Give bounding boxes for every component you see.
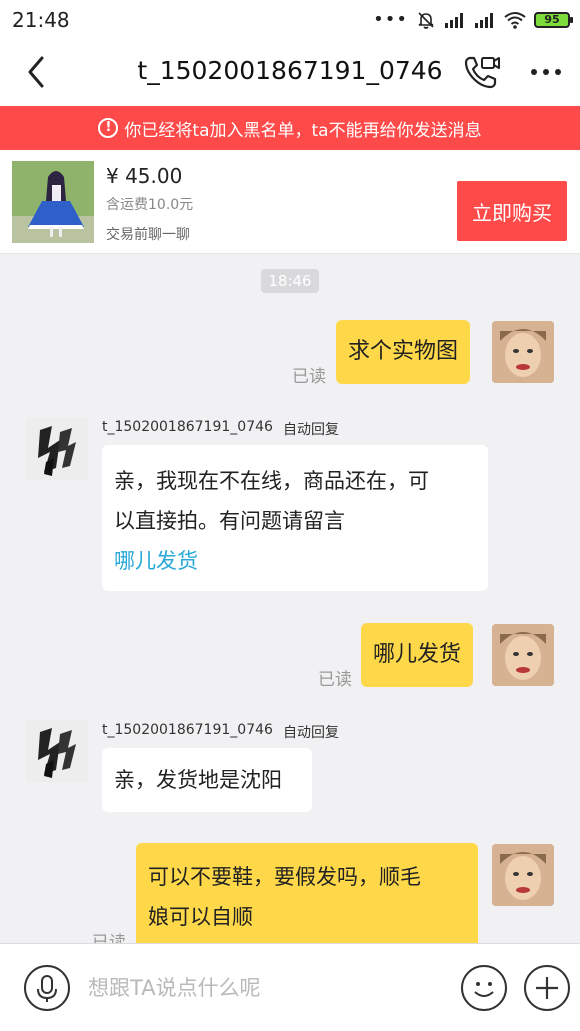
warning-icon: ! xyxy=(98,118,119,138)
warning-text: 你已经将ta加入黑名单，ta不能再给你发送消息 xyxy=(124,120,482,141)
auto-reply-tag: 自动回复 xyxy=(283,422,339,438)
battery-icon: 95 xyxy=(534,12,573,28)
call-button[interactable] xyxy=(462,52,502,92)
plus-icon xyxy=(536,977,558,999)
status-bar: 21:48 ••• 95 xyxy=(0,0,580,40)
my-message-bubble[interactable]: 哪儿发货 xyxy=(361,623,474,687)
signal-icon-2 xyxy=(475,13,493,28)
seller-message-line: 以直接拍。有问题请留言 xyxy=(114,509,345,533)
title-bar: t_1502001867191_0746 xyxy=(0,40,580,106)
mute-bell-icon xyxy=(418,12,434,29)
face-avatar-icon xyxy=(492,624,554,686)
smiley-icon xyxy=(474,982,494,997)
quick-question-link[interactable]: 哪儿发货 xyxy=(114,541,476,581)
seller-message-bubble[interactable]: 亲，我现在不在线，商品还在，可 以直接拍。有问题请留言 哪儿发货 xyxy=(102,445,488,591)
seller-avatar[interactable] xyxy=(26,418,88,480)
signal-icon xyxy=(445,13,463,28)
my-avatar[interactable] xyxy=(492,844,554,906)
wifi-icon xyxy=(504,12,526,29)
pre-trade-chat-label: 交易前聊一聊 xyxy=(106,227,190,243)
product-photo-icon xyxy=(12,161,94,243)
my-message-line: 可以不要鞋，要假发吗，顺毛 xyxy=(148,865,421,889)
my-avatar[interactable] xyxy=(492,624,554,686)
seller-avatar[interactable] xyxy=(26,720,88,782)
product-card[interactable]: ¥ 45.00 含运费10.0元 交易前聊一聊 立即购买 xyxy=(0,150,580,254)
message-input[interactable] xyxy=(88,966,438,1010)
product-price: ¥ 45.00 xyxy=(106,164,183,188)
video-phone-icon xyxy=(464,56,500,89)
face-avatar-icon xyxy=(492,844,554,906)
my-message-line: 娘可以自顺 xyxy=(148,905,253,929)
seller-name: t_1502001867191_0746 xyxy=(102,722,273,738)
sketch-avatar-icon xyxy=(26,418,88,480)
face-avatar-icon xyxy=(492,321,554,383)
seller-name: t_1502001867191_0746 xyxy=(102,419,273,435)
seller-message-bubble[interactable]: 亲，发货地是沈阳 xyxy=(102,748,312,812)
my-message-bubble[interactable]: 可以不要鞋，要假发吗，顺毛 娘可以自顺 xyxy=(136,843,478,953)
product-shipping: 含运费10.0元 xyxy=(106,197,194,213)
sketch-avatar-icon xyxy=(26,720,88,782)
my-avatar[interactable] xyxy=(492,321,554,383)
more-actions-button[interactable] xyxy=(524,965,570,1011)
emoji-button[interactable] xyxy=(461,965,507,1011)
status-time: 21:48 xyxy=(12,8,70,32)
read-receipt: 已读 xyxy=(318,670,352,690)
chat-timestamp: 18:46 xyxy=(261,269,319,293)
my-message-bubble[interactable]: 求个实物图 xyxy=(336,320,471,384)
status-icons: ••• 95 xyxy=(373,9,573,30)
product-image[interactable] xyxy=(12,161,94,243)
blacklist-warning-banner: ! 你已经将ta加入黑名单，ta不能再给你发送消息 xyxy=(0,106,580,150)
more-dots-icon xyxy=(531,69,561,75)
seller-message-line: 亲，我现在不在线，商品还在，可 xyxy=(114,469,429,493)
more-button[interactable] xyxy=(528,58,564,86)
microphone-icon xyxy=(37,975,57,1002)
read-receipt: 已读 xyxy=(292,367,326,387)
buy-now-button[interactable]: 立即购买 xyxy=(457,181,567,241)
message-input-bar xyxy=(0,943,580,1031)
voice-button[interactable] xyxy=(24,965,70,1011)
notification-dots-icon: ••• xyxy=(373,9,408,30)
auto-reply-tag: 自动回复 xyxy=(283,725,339,741)
